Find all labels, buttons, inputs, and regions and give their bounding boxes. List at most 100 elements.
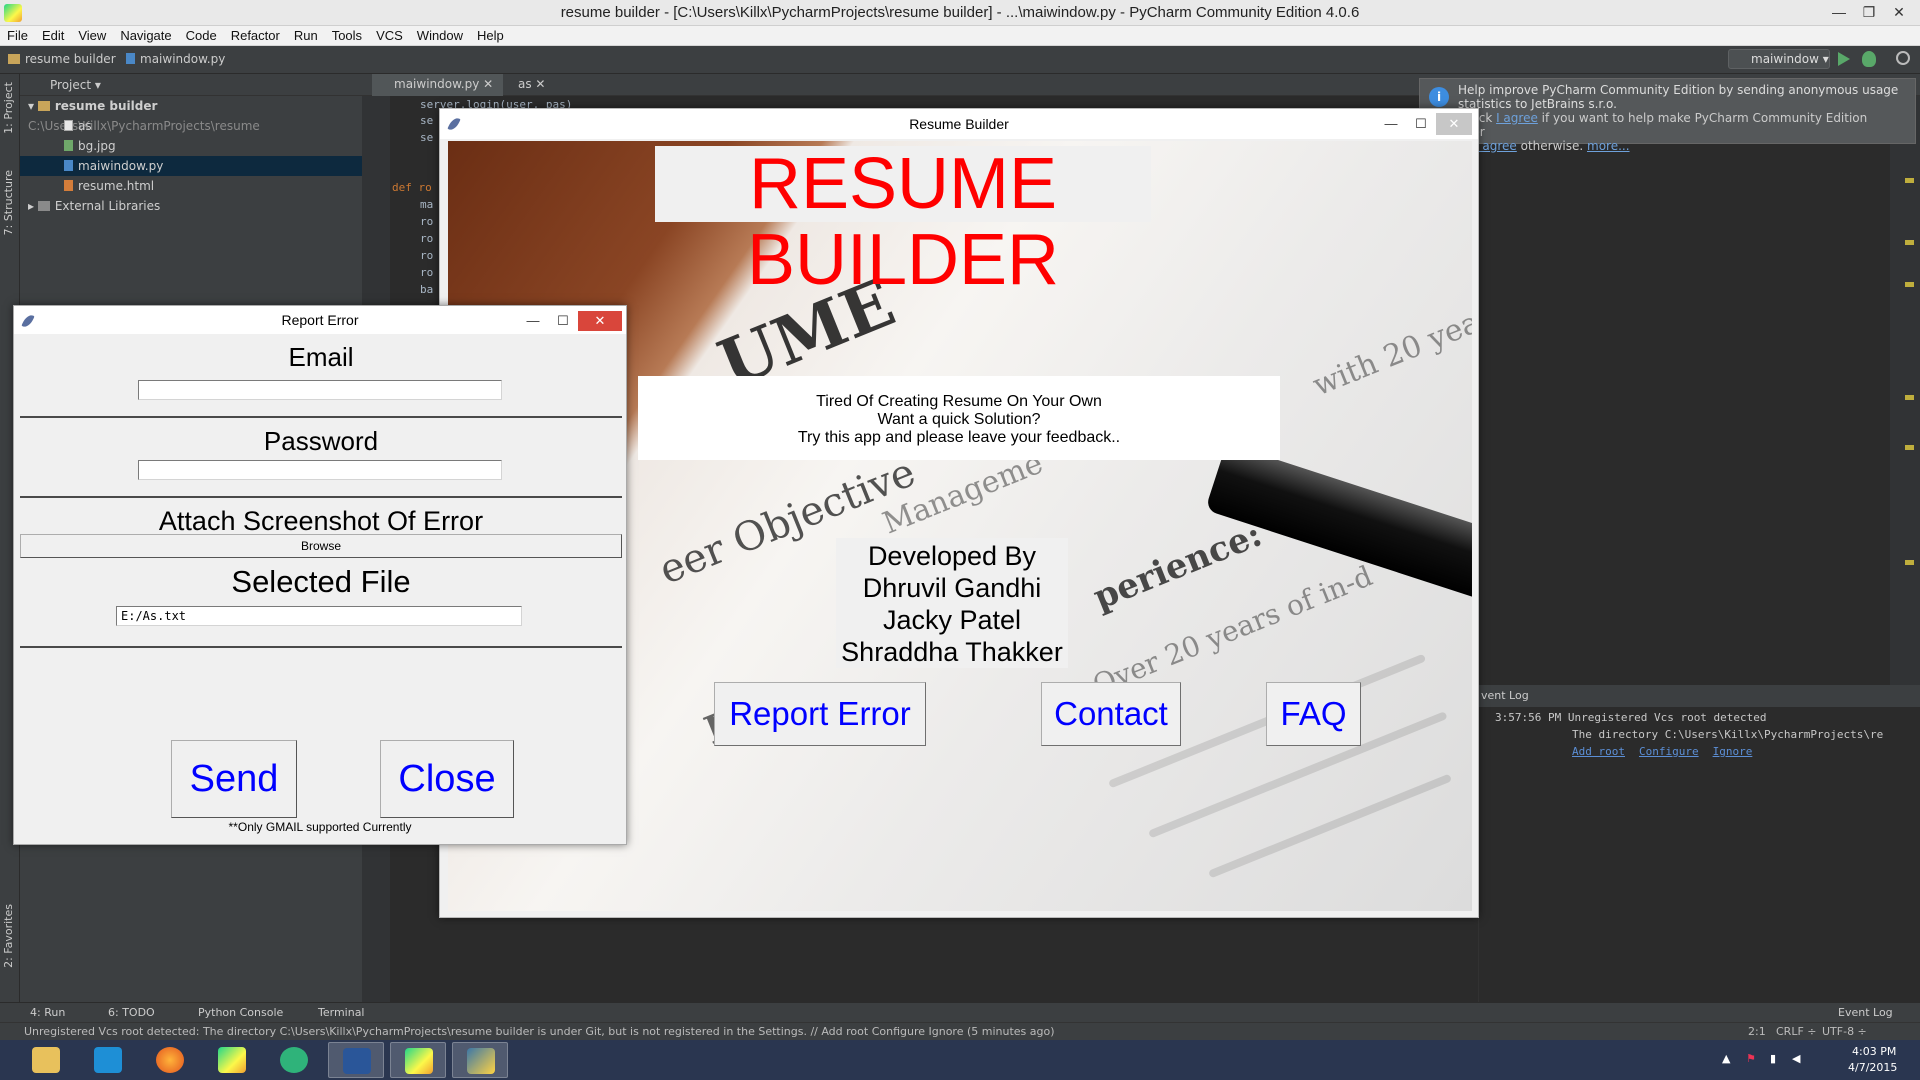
ide-title-bar: resume builder - [C:\Users\Killx\Pycharm… <box>0 0 1920 26</box>
taskbar-python-tk[interactable] <box>452 1042 508 1078</box>
tree-item-maiwindow[interactable]: maiwindow.py <box>20 156 362 176</box>
event-log-entry: 3:57:56 PM Unregistered Vcs root detecte… <box>1495 711 1767 724</box>
password-section: Password <box>20 420 622 498</box>
html-file-icon <box>64 180 73 191</box>
ide-close-button[interactable]: ✕ <box>1884 0 1914 25</box>
ide-restore-button[interactable]: ❐ <box>1854 0 1884 25</box>
re-minimize-button[interactable]: — <box>518 307 548 335</box>
volume-icon[interactable]: ◀ <box>1792 1052 1800 1065</box>
taskbar-atom[interactable] <box>266 1042 322 1078</box>
menu-view[interactable]: View <box>71 26 113 43</box>
search-icon[interactable] <box>1896 51 1910 65</box>
event-log-header: vent Log <box>1479 685 1920 707</box>
faq-button[interactable]: FAQ <box>1266 682 1361 746</box>
menu-file[interactable]: File <box>0 26 35 43</box>
close-button[interactable]: Close <box>380 740 514 818</box>
favorites-tool-tab[interactable]: 2: Favorites <box>2 904 15 968</box>
run-icon[interactable] <box>1838 52 1850 66</box>
structure-tool-tab[interactable]: 7: Structure <box>2 170 15 235</box>
rb-close-button[interactable]: ✕ <box>1436 113 1472 135</box>
tk-feather-icon <box>447 115 461 133</box>
menu-run[interactable]: Run <box>287 26 325 43</box>
ignore-link[interactable]: Ignore <box>1713 745 1753 758</box>
menu-edit[interactable]: Edit <box>35 26 71 43</box>
warning-marker[interactable] <box>1905 395 1914 400</box>
menu-help[interactable]: Help <box>470 26 511 43</box>
notification-text: Help improve PyCharm Community Edition b… <box>1458 83 1899 111</box>
re-close-button[interactable]: ✕ <box>578 311 622 331</box>
breadcrumb-project[interactable]: resume builder <box>8 52 116 66</box>
report-error-button[interactable]: Report Error <box>714 682 926 746</box>
password-field[interactable] <box>138 460 502 480</box>
tree-item-bg-jpg[interactable]: bg.jpg <box>20 136 362 156</box>
tree-item-resume-html[interactable]: resume.html <box>20 176 362 196</box>
code-line: ro <box>420 215 434 228</box>
debug-icon[interactable] <box>1862 51 1876 67</box>
menu-window[interactable]: Window <box>410 26 470 43</box>
caret-position[interactable]: 2:1 <box>1748 1025 1766 1038</box>
warning-marker[interactable] <box>1905 445 1914 450</box>
tk-feather-icon <box>21 312 35 330</box>
report-error-window-title: Report Error <box>281 312 359 328</box>
run-tool-tab[interactable]: 4: Run <box>30 1006 65 1019</box>
add-root-link[interactable]: Add root <box>1572 745 1625 758</box>
network-icon[interactable]: ▮ <box>1770 1052 1776 1065</box>
taskbar-pycharm[interactable] <box>204 1042 260 1078</box>
tray-expand-icon[interactable]: ▲ <box>1722 1052 1730 1065</box>
python-console-tab[interactable]: Python Console <box>198 1006 283 1019</box>
browse-button[interactable]: Browse <box>20 534 622 558</box>
warning-marker[interactable] <box>1905 240 1914 245</box>
contact-button[interactable]: Contact <box>1041 682 1181 746</box>
menu-navigate[interactable]: Navigate <box>113 26 178 43</box>
event-log-tab[interactable]: Event Log <box>1838 1006 1893 1019</box>
folder-icon <box>8 54 20 64</box>
taskbar-word[interactable] <box>328 1042 384 1078</box>
line-separator[interactable]: CRLF ÷ <box>1776 1025 1817 1038</box>
todo-tool-tab[interactable]: 6: TODO <box>108 1006 155 1019</box>
file-encoding[interactable]: UTF-8 ÷ <box>1822 1025 1867 1038</box>
taskbar-firefox[interactable] <box>142 1042 198 1078</box>
flag-icon[interactable]: ⚑ <box>1746 1052 1756 1065</box>
send-button[interactable]: Send <box>171 740 297 818</box>
run-config-dropdown[interactable]: maiwindow ▾ <box>1728 49 1830 69</box>
more-link[interactable]: more... <box>1587 139 1630 153</box>
breadcrumb-file[interactable]: maiwindow.py <box>126 52 225 66</box>
project-panel-header: Project ▾ <box>20 74 362 96</box>
tab-maiwindow[interactable]: maiwindow.py ✕ <box>372 74 504 96</box>
project-view-selector[interactable]: Project <box>50 78 91 92</box>
menu-tools[interactable]: Tools <box>325 26 369 43</box>
configure-link[interactable]: Configure <box>1639 745 1699 758</box>
warning-marker[interactable] <box>1905 178 1914 183</box>
tray-clock-time[interactable]: 4:03 PM <box>1852 1045 1896 1058</box>
selected-file-section: Selected File <box>20 558 622 648</box>
tree-root[interactable]: ▾ resume builder C:\Users\Killx\PycharmP… <box>20 96 362 133</box>
tree-external-libraries[interactable]: ▸ External Libraries <box>20 196 362 216</box>
warning-marker[interactable] <box>1905 282 1914 287</box>
rb-maximize-button[interactable]: ☐ <box>1406 109 1436 139</box>
menu-code[interactable]: Code <box>179 26 224 43</box>
menu-vcs[interactable]: VCS <box>369 26 410 43</box>
taskbar-pycharm-2[interactable] <box>390 1042 446 1078</box>
selected-file-field[interactable] <box>116 606 522 626</box>
project-tool-tab[interactable]: 1: Project <box>2 82 15 134</box>
bg-text: with 20 years <box>1308 293 1472 404</box>
email-field[interactable] <box>138 380 502 400</box>
terminal-tab[interactable]: Terminal <box>318 1006 365 1019</box>
report-error-title-bar: Report Error — ☐ ✕ <box>14 306 626 334</box>
menu-refactor[interactable]: Refactor <box>224 26 287 43</box>
re-maximize-button[interactable]: ☐ <box>548 307 578 335</box>
tab-as[interactable]: as ✕ <box>496 74 555 96</box>
agree-link[interactable]: I agree <box>1496 111 1538 125</box>
gmail-note: **Only GMAIL supported Currently <box>228 820 412 834</box>
resume-builder-window-title: Resume Builder <box>909 116 1009 132</box>
folder-icon <box>32 1047 60 1073</box>
pycharm-icon <box>218 1047 246 1073</box>
tray-clock-date[interactable]: 4/7/2015 <box>1848 1061 1897 1074</box>
ide-minimize-button[interactable]: — <box>1824 0 1854 25</box>
rb-minimize-button[interactable]: — <box>1376 109 1406 139</box>
taskbar-outlook[interactable] <box>80 1042 136 1078</box>
warning-marker[interactable] <box>1905 560 1914 565</box>
status-message[interactable]: Unregistered Vcs root detected: The dire… <box>24 1025 1055 1038</box>
taskbar-file-explorer[interactable] <box>18 1042 74 1078</box>
tree-item-as[interactable]: as <box>20 116 362 136</box>
